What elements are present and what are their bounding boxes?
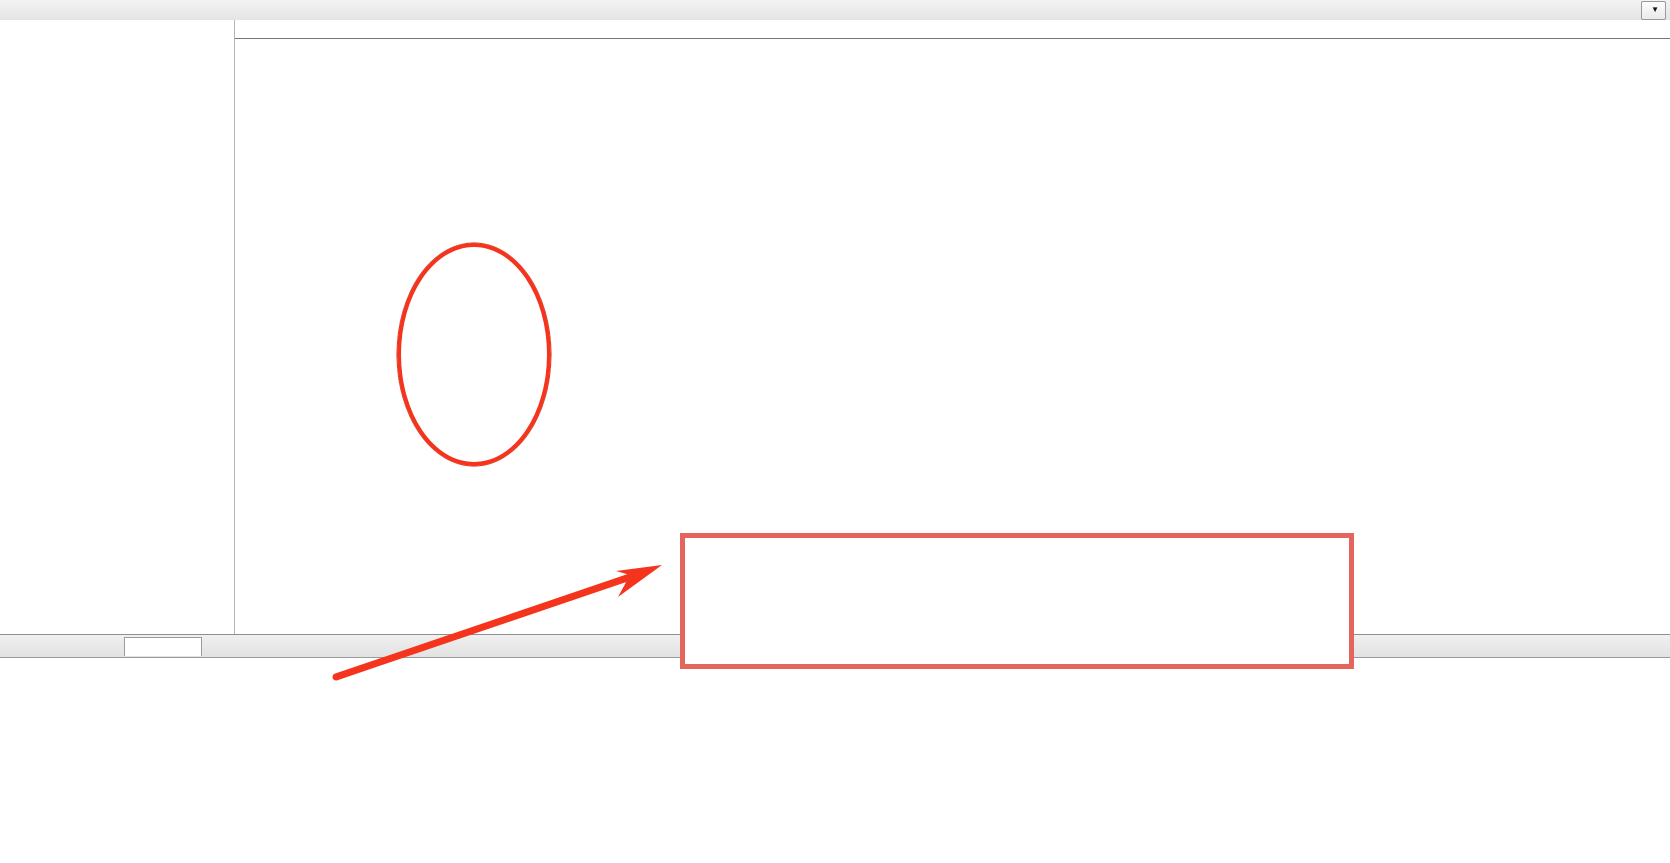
timeline-ruler[interactable]	[234, 20, 1670, 39]
chevron-down-icon: ▼	[1651, 5, 1659, 14]
tab-frame[interactable]	[124, 637, 202, 656]
trace-viewer-window: ▼	[0, 0, 1670, 863]
view-options-button[interactable]: ▼	[1641, 1, 1666, 20]
title-bar: ▼	[0, 0, 1670, 21]
timeline-tracks[interactable]	[0, 20, 1670, 634]
track-label-column[interactable]	[0, 20, 235, 634]
analysis-panel	[0, 634, 1670, 863]
analysis-tabbar	[0, 635, 1670, 658]
timeline-canvas[interactable]	[234, 20, 1670, 634]
